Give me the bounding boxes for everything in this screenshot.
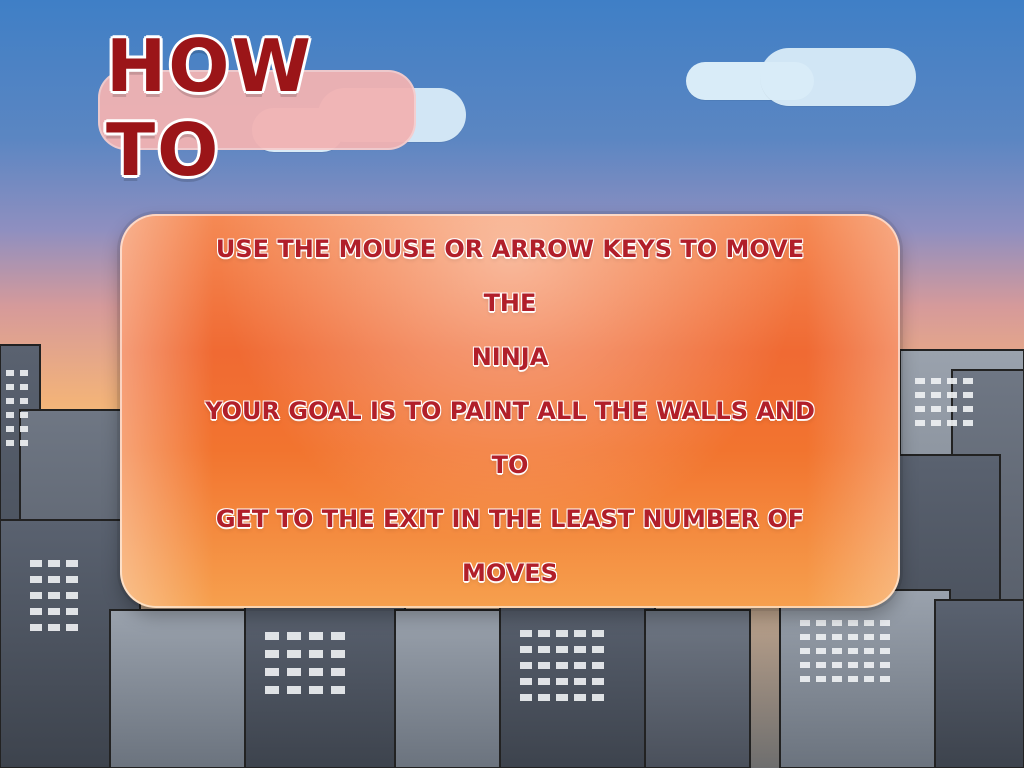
instruction-line-1: USE THE MOUSE OR ARROW KEYS TO MOVE THE [215,235,805,317]
instructions-panel: USE THE MOUSE OR ARROW KEYS TO MOVE THE … [120,214,900,608]
page-title: HOW TO [106,24,313,192]
instruction-line-5: MOVES [462,559,558,587]
instruction-line-4: GET TO THE EXIT IN THE LEAST NUMBER OF [215,505,805,533]
how-to-title: HOW TO [98,24,428,192]
instructions-text: USE THE MOUSE OR ARROW KEYS TO MOVE THE … [120,214,900,608]
instruction-line-2: NINJA [471,343,549,371]
instruction-line-3: YOUR GOAL IS TO PAINT ALL THE WALLS AND … [205,397,815,479]
how-to-screen: HOW TO USE THE MOUSE OR ARROW KEYS TO MO… [0,0,1024,768]
